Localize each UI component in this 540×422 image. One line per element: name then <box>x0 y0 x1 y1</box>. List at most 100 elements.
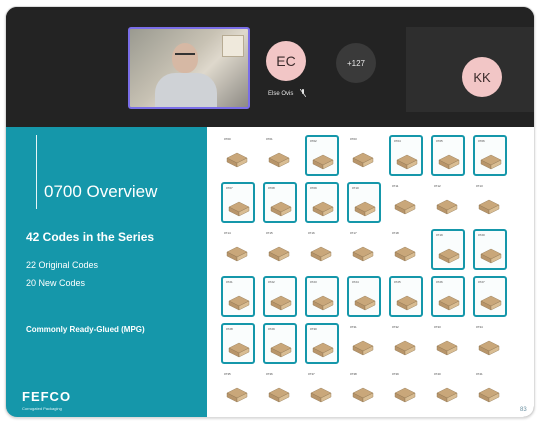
fefco-code-cell: 0728 <box>221 323 255 364</box>
box-diagram-icon <box>228 342 250 358</box>
fefco-code-cell: 0707 <box>221 182 255 223</box>
fefco-code-cell: 0717 <box>347 229 381 270</box>
fefco-code-cell: 0705 <box>431 135 465 176</box>
code-label: 0724 <box>352 280 359 284</box>
box-diagram-icon <box>268 152 290 168</box>
participant-avatar-kk[interactable]: KK <box>462 57 502 97</box>
box-diagram-icon <box>480 248 502 264</box>
logo-tagline: Corrugated Packaging <box>22 406 62 411</box>
code-label: 0708 <box>268 186 275 190</box>
avatar-initials: EC <box>276 53 296 69</box>
fefco-code-cell: 0736 <box>263 370 297 411</box>
code-label: 0718 <box>392 231 399 235</box>
fefco-code-cell: 0721 <box>221 276 255 317</box>
code-label: 0731 <box>350 325 357 329</box>
slide-subtitle: 42 Codes in the Series <box>26 230 155 244</box>
code-label: 0740 <box>434 372 441 376</box>
participant-avatar-ec[interactable]: EC <box>266 41 306 81</box>
box-diagram-icon <box>480 295 502 311</box>
code-label: 0735 <box>224 372 231 376</box>
code-label: 0739 <box>392 372 399 376</box>
new-codes-text: 20 New Codes <box>26 278 86 288</box>
fefco-code-cell: 0704 <box>389 135 423 176</box>
box-diagram-icon <box>436 340 458 356</box>
fefco-code-cell: 0731 <box>347 323 381 364</box>
code-label: 0723 <box>310 280 317 284</box>
fefco-code-cell: 0718 <box>389 229 423 270</box>
code-label: 0716 <box>308 231 315 235</box>
box-diagram-icon <box>226 152 248 168</box>
fefco-code-cell: 0700 <box>221 135 255 176</box>
shared-slide: 0700 Overview 42 Codes in the Series 22 … <box>6 127 534 417</box>
code-label: 0719 <box>436 233 443 237</box>
box-diagram-icon <box>268 387 290 403</box>
fefco-code-cell: 0719 <box>431 229 465 270</box>
box-diagram-icon <box>352 152 374 168</box>
code-label: 0720 <box>478 233 485 237</box>
fefco-code-cell: 0706 <box>473 135 507 176</box>
code-label: 0707 <box>226 186 233 190</box>
fefco-code-cell: 0701 <box>263 135 297 176</box>
presenter-video-tile[interactable] <box>128 27 250 109</box>
box-diagram-icon <box>438 295 460 311</box>
fefco-code-cell: 0737 <box>305 370 339 411</box>
fefco-code-cell: 0720 <box>473 229 507 270</box>
fefco-code-cell: 0725 <box>389 276 423 317</box>
avatar-initials: KK <box>473 69 491 85</box>
code-label: 0730 <box>310 327 317 331</box>
code-label: 0737 <box>308 372 315 376</box>
code-label: 0710 <box>352 186 359 190</box>
box-diagram-icon <box>394 387 416 403</box>
fefco-code-cell: 0713 <box>473 182 507 223</box>
box-diagram-icon <box>394 199 416 215</box>
fefco-logo: FEFCO <box>22 389 72 404</box>
more-participants-button[interactable]: +127 <box>336 43 376 83</box>
box-diagram-icon <box>438 154 460 170</box>
box-diagram-icon <box>226 246 248 262</box>
box-diagram-icon <box>354 295 376 311</box>
box-diagram-icon <box>228 201 250 217</box>
mpg-note: Commonly Ready-Glued (MPG) <box>26 325 145 334</box>
code-label: 0700 <box>224 137 231 141</box>
code-label: 0729 <box>268 327 275 331</box>
fefco-code-cell: 0724 <box>347 276 381 317</box>
fefco-code-cell: 0716 <box>305 229 339 270</box>
code-label: 0721 <box>226 280 233 284</box>
participant-name: Else Ovis <box>268 91 294 97</box>
code-label: 0706 <box>478 139 485 143</box>
box-diagram-icon <box>312 342 334 358</box>
box-diagram-icon <box>478 199 500 215</box>
code-label: 0736 <box>266 372 273 376</box>
fefco-code-cell: 0708 <box>263 182 297 223</box>
box-diagram-icon <box>396 295 418 311</box>
meeting-window: EC Else Ovis +127 KK 0700 Overview 42 Co… <box>5 6 535 418</box>
box-diagram-icon <box>312 154 334 170</box>
code-label: 0702 <box>310 139 317 143</box>
code-label: 0705 <box>436 139 443 143</box>
fefco-code-cell: 0733 <box>431 323 465 364</box>
fefco-code-cell: 0730 <box>305 323 339 364</box>
code-label: 0711 <box>392 184 399 188</box>
box-diagram-icon <box>312 201 334 217</box>
box-diagram-icon <box>478 340 500 356</box>
code-label: 0717 <box>350 231 357 235</box>
box-diagram-icon <box>270 342 292 358</box>
code-label: 0734 <box>476 325 483 329</box>
box-diagram-icon <box>310 246 332 262</box>
participant-strip: EC Else Ovis +127 KK <box>6 7 534 127</box>
code-label: 0733 <box>434 325 441 329</box>
fefco-code-cell: 0703 <box>347 135 381 176</box>
code-label: 0741 <box>476 372 483 376</box>
code-label: 0725 <box>394 280 401 284</box>
box-diagram-icon <box>352 387 374 403</box>
box-diagram-icon <box>228 295 250 311</box>
box-diagram-icon <box>226 387 248 403</box>
code-label: 0704 <box>394 139 401 143</box>
overflow-count: +127 <box>346 58 366 68</box>
presenter-body <box>155 73 217 107</box>
fefco-code-cell: 0738 <box>347 370 381 411</box>
fefco-code-cell: 0740 <box>431 370 465 411</box>
original-codes-text: 22 Original Codes <box>26 260 99 270</box>
code-label: 0713 <box>476 184 483 188</box>
box-diagram-icon <box>354 201 376 217</box>
